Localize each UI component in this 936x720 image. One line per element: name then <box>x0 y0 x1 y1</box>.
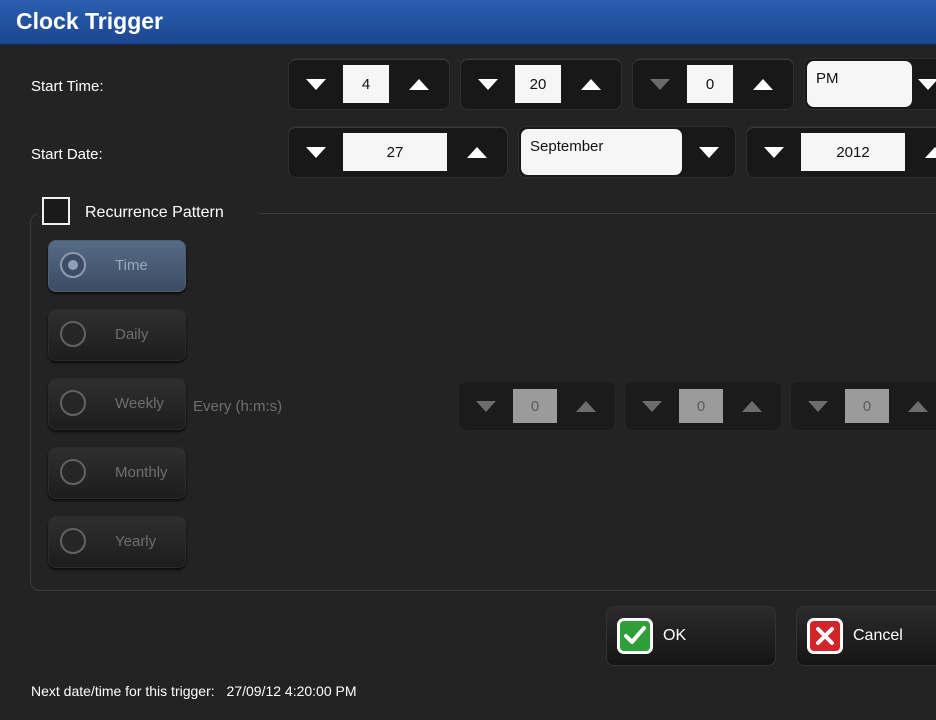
triangle-down-icon <box>478 78 498 90</box>
radio-time[interactable]: Time <box>48 240 186 292</box>
cancel-label: Cancel <box>853 627 903 644</box>
minute-spinner: 20 <box>460 58 622 110</box>
triangle-down-icon <box>306 78 326 90</box>
hour-decrease-button[interactable] <box>289 59 343 109</box>
recurrence-label[interactable]: Recurrence Pattern <box>85 204 224 222</box>
triangle-down-icon <box>476 400 496 412</box>
triangle-up-icon <box>925 146 936 158</box>
chevron-down-icon <box>918 78 936 90</box>
radio-icon <box>60 390 86 416</box>
radio-icon <box>60 321 86 347</box>
radio-monthly[interactable]: Monthly <box>48 447 186 499</box>
every-hours-decrease-button[interactable] <box>459 382 513 430</box>
triangle-up-icon <box>409 78 429 90</box>
year-decrease-button[interactable] <box>747 127 801 177</box>
title-bar: Clock Trigger <box>0 0 936 45</box>
ok-label: OK <box>663 627 687 644</box>
triangle-up-icon <box>742 400 762 412</box>
day-decrease-button[interactable] <box>289 127 343 177</box>
radio-yearly[interactable]: Yearly <box>48 516 186 568</box>
year-increase-button[interactable] <box>905 127 936 177</box>
every-hours-spinner: 0 <box>458 381 616 431</box>
ampm-dropdown[interactable]: PM <box>804 58 936 110</box>
hour-increase-button[interactable] <box>389 59 449 109</box>
next-trigger-info: Next date/time for this trigger: 27/09/1… <box>31 683 357 699</box>
every-hours-increase-button[interactable] <box>557 382 615 430</box>
triangle-up-icon <box>753 78 773 90</box>
year-spinner: 2012 <box>746 126 936 178</box>
every-seconds-spinner: 0 <box>790 381 936 431</box>
minute-decrease-button[interactable] <box>461 59 515 109</box>
second-value[interactable]: 0 <box>687 65 733 103</box>
day-spinner: 27 <box>288 126 508 178</box>
radio-time-label: Time <box>115 257 148 274</box>
second-spinner: 0 <box>632 58 794 110</box>
start-date-label: Start Date: <box>31 146 103 163</box>
recurrence-checkbox[interactable] <box>42 197 70 225</box>
month-value: September <box>521 129 682 175</box>
every-minutes-value[interactable]: 0 <box>679 389 723 423</box>
ampm-value: PM <box>807 61 912 107</box>
every-seconds-increase-button[interactable] <box>889 382 936 430</box>
triangle-down-icon <box>808 400 828 412</box>
triangle-up-icon <box>467 146 487 158</box>
next-trigger-value: 27/09/12 4:20:00 PM <box>226 683 357 699</box>
every-label: Every (h:m:s) <box>193 398 283 415</box>
second-decrease-button[interactable] <box>633 59 687 109</box>
radio-weekly-label: Weekly <box>115 395 164 412</box>
every-seconds-value[interactable]: 0 <box>845 389 889 423</box>
second-increase-button[interactable] <box>733 59 793 109</box>
every-minutes-decrease-button[interactable] <box>625 382 679 430</box>
radio-monthly-label: Monthly <box>115 464 168 481</box>
radio-icon <box>60 528 86 554</box>
hour-spinner: 4 <box>288 58 450 110</box>
triangle-up-icon <box>908 400 928 412</box>
chevron-down-icon <box>699 146 719 158</box>
every-minutes-increase-button[interactable] <box>723 382 781 430</box>
radio-daily-label: Daily <box>115 326 149 343</box>
radio-icon <box>60 252 86 278</box>
radio-icon <box>60 459 86 485</box>
minute-increase-button[interactable] <box>561 59 621 109</box>
month-open-button[interactable] <box>683 127 735 177</box>
triangle-up-icon <box>581 78 601 90</box>
x-icon <box>807 618 843 654</box>
triangle-down-icon <box>650 78 670 90</box>
day-value[interactable]: 27 <box>343 133 447 171</box>
year-value[interactable]: 2012 <box>801 133 905 171</box>
day-increase-button[interactable] <box>447 127 507 177</box>
triangle-up-icon <box>576 400 596 412</box>
hour-value[interactable]: 4 <box>343 65 389 103</box>
every-seconds-decrease-button[interactable] <box>791 382 845 430</box>
ampm-open-button[interactable] <box>905 59 936 109</box>
radio-weekly[interactable]: Weekly <box>48 378 186 430</box>
triangle-down-icon <box>306 146 326 158</box>
ok-button[interactable]: OK <box>606 606 776 666</box>
check-icon <box>617 618 653 654</box>
next-trigger-label: Next date/time for this trigger: <box>31 683 215 699</box>
month-dropdown[interactable]: September <box>518 126 736 178</box>
window-title: Clock Trigger <box>16 8 163 34</box>
minute-value[interactable]: 20 <box>515 65 561 103</box>
triangle-down-icon <box>642 400 662 412</box>
start-time-label: Start Time: <box>31 78 104 95</box>
every-minutes-spinner: 0 <box>624 381 782 431</box>
every-hours-value[interactable]: 0 <box>513 389 557 423</box>
radio-daily[interactable]: Daily <box>48 309 186 361</box>
radio-yearly-label: Yearly <box>115 533 157 550</box>
triangle-down-icon <box>764 146 784 158</box>
cancel-button[interactable]: Cancel <box>796 606 936 666</box>
